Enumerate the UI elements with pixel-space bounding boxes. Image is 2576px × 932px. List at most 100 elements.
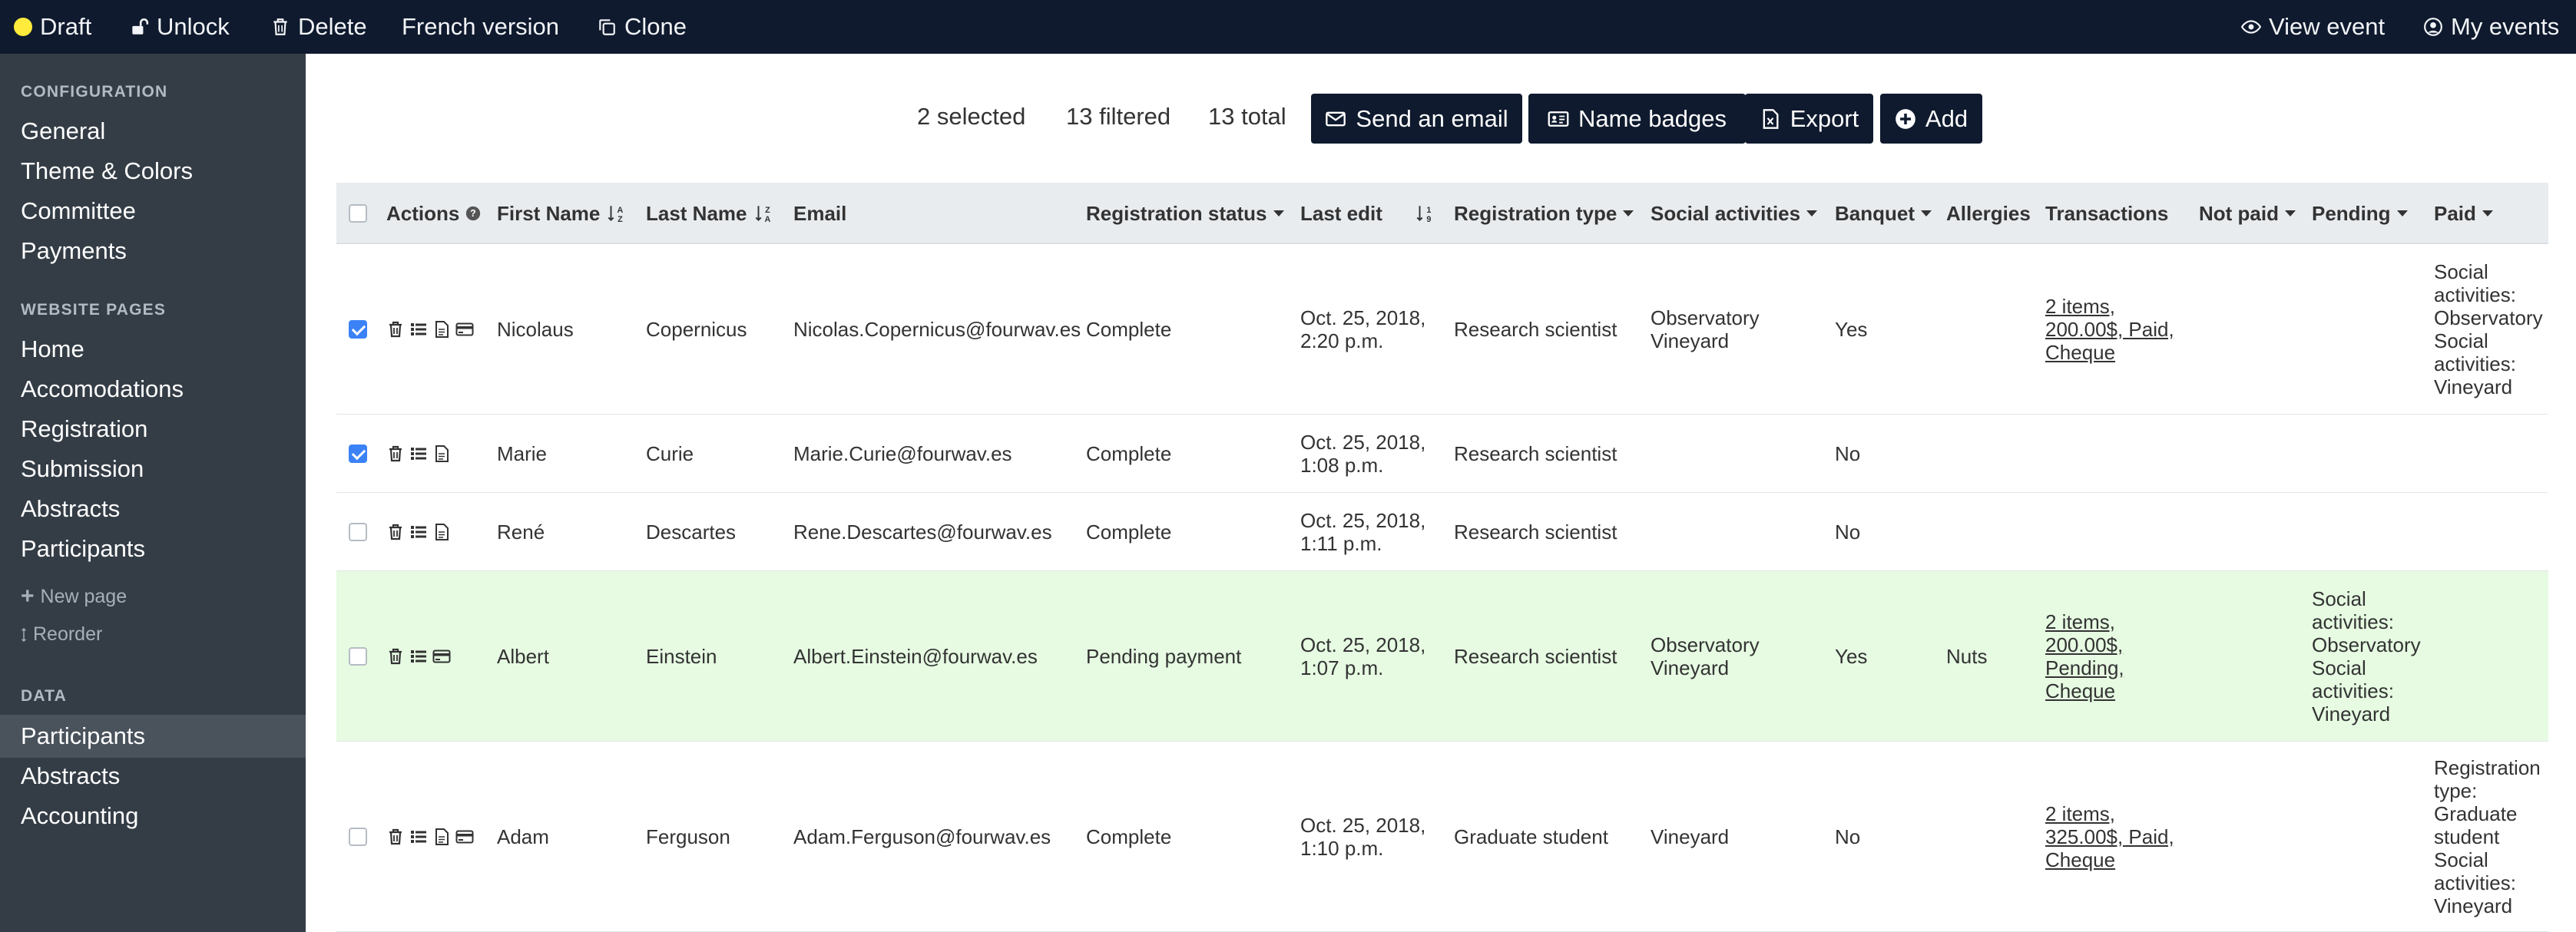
col-email[interactable]: Email — [793, 183, 846, 244]
registration-type-cell: Research scientist — [1454, 645, 1617, 668]
reorder-link[interactable]: Reorder — [21, 623, 102, 646]
last-name-cell: Descartes — [646, 521, 737, 544]
sidebar-item-participants-page[interactable]: Participants — [21, 535, 145, 563]
list-icon[interactable] — [409, 647, 428, 666]
send-email-button[interactable]: Send an email — [1311, 94, 1522, 144]
last-edit-cell: 1:11 p.m. — [1300, 532, 1382, 555]
add-button[interactable]: Add — [1880, 94, 1982, 144]
sidebar-item-accounting[interactable]: Accounting — [21, 802, 138, 830]
row-select-checkbox[interactable] — [349, 320, 367, 339]
delete-button[interactable]: Delete — [270, 0, 367, 54]
row-select-checkbox[interactable] — [349, 445, 367, 463]
transactions-link[interactable]: Cheque — [2045, 341, 2115, 364]
table-row: René Descartes Rene.Descartes@fourwav.es Co… — [336, 493, 2548, 571]
list-icon[interactable] — [409, 445, 428, 463]
sidebar-item-general[interactable]: General — [21, 117, 105, 145]
svg-text:Z: Z — [765, 206, 770, 215]
col-paid[interactable]: Paid — [2434, 183, 2493, 244]
trash-icon[interactable] — [386, 523, 405, 541]
sidebar-item-committee[interactable]: Committee — [21, 197, 136, 225]
clone-button[interactable]: Clone — [597, 0, 687, 54]
transactions-link[interactable]: 2 items, — [2045, 610, 2115, 633]
list-icon[interactable] — [409, 320, 428, 339]
caret-down-icon — [1921, 210, 1932, 216]
unlock-button[interactable]: Unlock — [129, 0, 230, 54]
transactions-link[interactable]: Pending, — [2045, 656, 2124, 679]
transactions-link[interactable]: 2 items, — [2045, 802, 2115, 825]
sidebar-item-theme-colors[interactable]: Theme & Colors — [21, 157, 193, 185]
file-icon[interactable] — [432, 828, 451, 846]
new-page-link[interactable]: + New page — [21, 583, 127, 610]
sidebar-item-abstracts-page[interactable]: Abstracts — [21, 495, 120, 523]
french-version-label: French version — [402, 13, 560, 40]
col-first-name[interactable]: First Name AZ — [497, 183, 626, 244]
my-events-link[interactable]: My events — [2423, 0, 2559, 54]
sidebar-item-participants[interactable]: Participants — [21, 722, 145, 750]
row-actions — [386, 320, 474, 339]
name-badges-button[interactable]: Name badges — [1528, 94, 1746, 144]
col-banquet-label: Banquet — [1835, 201, 1915, 225]
transactions-link[interactable]: 2 items, — [2045, 295, 2115, 318]
row-actions — [386, 828, 474, 846]
registration-status-cell: Complete — [1086, 521, 1172, 544]
social-activities-cell: Vineyard — [1651, 329, 1730, 352]
sidebar-item-abstracts[interactable]: Abstracts — [21, 762, 120, 790]
col-banquet[interactable]: Banquet — [1835, 183, 1932, 244]
last-edit-cell: Oct. 25, 2018, — [1300, 814, 1426, 837]
banquet-cell: Yes — [1835, 645, 1868, 668]
transactions-link[interactable]: 325.00$, Paid, — [2045, 825, 2174, 848]
credit-card-icon[interactable] — [455, 828, 474, 846]
trash-icon[interactable] — [386, 445, 405, 463]
paid-cell: Observatory — [2434, 306, 2543, 329]
transactions-link[interactable]: Cheque — [2045, 848, 2115, 871]
french-version-link[interactable]: French version — [402, 0, 559, 54]
file-icon[interactable] — [432, 445, 451, 463]
sidebar-item-registration[interactable]: Registration — [21, 415, 147, 443]
paid-cell: activities: — [2434, 283, 2516, 306]
table-row: Adam Ferguson Adam.Ferguson@fourwav.es Comp… — [336, 742, 2548, 932]
sidebar-item-home[interactable]: Home — [21, 335, 84, 363]
col-registration-type[interactable]: Registration type — [1454, 183, 1634, 244]
paid-cell: Vineyard — [2434, 894, 2513, 917]
send-email-label: Send an email — [1356, 104, 1508, 132]
last-edit-cell: 1:08 p.m. — [1300, 454, 1384, 477]
list-icon[interactable] — [409, 523, 428, 541]
draft-status[interactable]: Draft — [14, 0, 91, 54]
trash-icon[interactable] — [386, 647, 405, 666]
export-button[interactable]: Export — [1745, 94, 1873, 144]
sidebar-item-submission[interactable]: Submission — [21, 455, 144, 483]
banquet-cell: Yes — [1835, 318, 1868, 341]
col-transactions[interactable]: Transactions — [2045, 183, 2168, 244]
col-email-label: Email — [793, 201, 847, 225]
col-pending[interactable]: Pending — [2312, 183, 2408, 244]
credit-card-icon[interactable] — [455, 320, 474, 339]
list-icon[interactable] — [409, 828, 428, 846]
question-circle-icon[interactable]: ? — [465, 206, 481, 221]
trash-icon[interactable] — [386, 828, 405, 846]
trash-icon[interactable] — [386, 320, 405, 339]
col-first-name-label: First Name — [497, 201, 601, 225]
row-select-checkbox[interactable] — [349, 828, 367, 846]
col-last-edit[interactable]: Last edit 19 — [1300, 183, 1435, 244]
pending-cell: Vineyard — [2312, 702, 2391, 725]
transactions-link[interactable]: Cheque — [2045, 679, 2115, 702]
user-circle-icon — [2424, 18, 2442, 36]
transactions-link[interactable]: 200.00$, — [2045, 633, 2123, 656]
row-select-checkbox[interactable] — [349, 523, 367, 541]
sidebar-item-accomodations[interactable]: Accomodations — [21, 375, 184, 403]
select-all-checkbox[interactable] — [349, 204, 367, 223]
paid-cell: Vineyard — [2434, 375, 2513, 398]
pending-cell: Observatory — [2312, 633, 2421, 656]
col-last-name[interactable]: Last Name ZA — [646, 183, 773, 244]
sidebar-item-payments[interactable]: Payments — [21, 237, 127, 265]
file-icon[interactable] — [432, 320, 451, 339]
col-allergies[interactable]: Allergies — [1946, 183, 2031, 244]
col-registration-status[interactable]: Registration status — [1086, 183, 1284, 244]
col-social-activities[interactable]: Social activities — [1651, 183, 1818, 244]
view-event-link[interactable]: View event — [2241, 0, 2385, 54]
col-not-paid[interactable]: Not paid — [2199, 183, 2296, 244]
transactions-link[interactable]: 200.00$, Paid, — [2045, 318, 2174, 341]
row-select-checkbox[interactable] — [349, 647, 367, 666]
file-icon[interactable] — [432, 523, 451, 541]
credit-card-icon[interactable] — [432, 647, 451, 666]
